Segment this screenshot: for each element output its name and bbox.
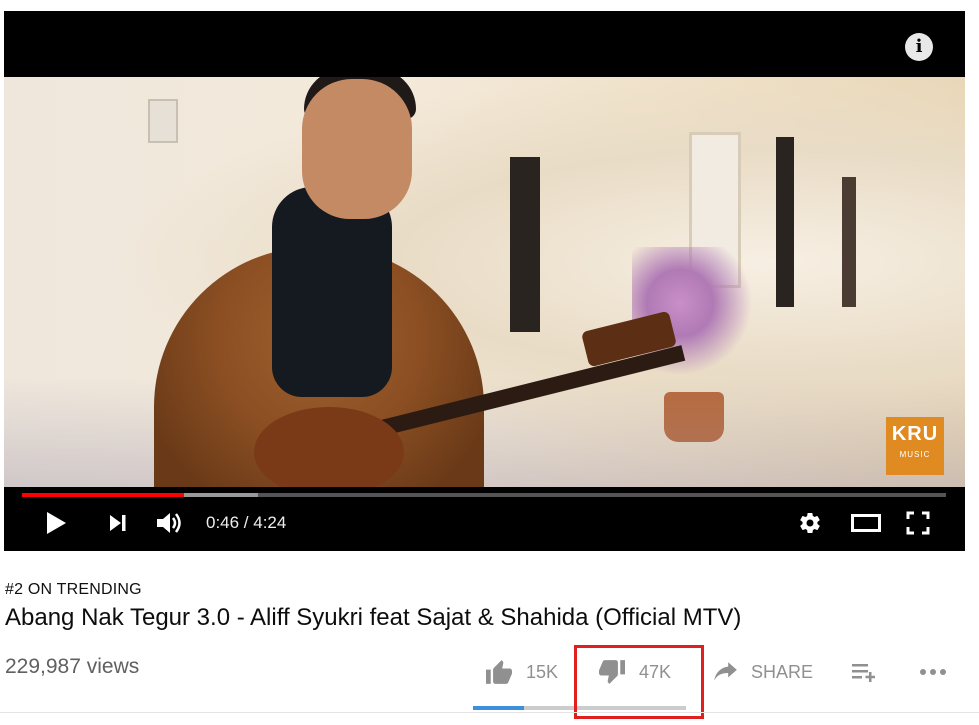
window-shutter [842,177,856,307]
volume-icon [157,513,181,533]
trending-badge[interactable]: #2 ON TRENDING [5,581,142,599]
watermark-sub-text: MUSIC [899,450,931,459]
watermark-logo-text: KRU [891,423,939,445]
play-button[interactable] [40,507,72,539]
progress-bar[interactable] [22,493,946,497]
thumbs-up-icon [486,660,512,684]
theater-mode-icon [851,514,881,532]
info-icon[interactable]: i [905,33,933,61]
divider [0,712,979,713]
time-display: 0:46 / 4:24 [206,513,287,532]
video-frame[interactable]: KRU MUSIC [4,77,965,487]
share-arrow-icon [714,662,737,681]
fullscreen-button[interactable] [902,507,934,539]
progress-played [22,493,184,497]
channel-watermark[interactable]: KRU MUSIC [886,417,944,475]
window-shutter [510,157,540,332]
volume-button[interactable] [152,507,188,539]
next-button[interactable] [104,507,132,539]
fullscreen-icon [906,511,930,535]
share-button[interactable]: SHARE [713,652,813,692]
window-shutter [776,137,794,307]
like-button[interactable]: 15K [484,652,558,692]
next-icon [110,515,126,531]
more-actions-button[interactable] [918,652,948,692]
settings-button[interactable] [794,507,826,539]
sentiment-likes [473,706,525,710]
video-player[interactable]: KRU MUSIC i 0:46 / 4:24 [4,11,965,551]
guitar-body [254,407,404,487]
wall-sign [148,99,178,143]
singer-scarf [272,187,392,397]
annotation-highlight [574,645,704,719]
gear-icon [800,513,820,534]
theater-mode-button[interactable] [848,507,884,539]
video-title: Abang Nak Tegur 3.0 - Aliff Syukri feat … [5,604,742,631]
share-label: SHARE [751,661,814,682]
more-horizontal-icon [920,669,946,675]
singer-head [302,79,412,219]
add-to-playlist-icon [852,664,875,682]
play-icon [47,512,66,534]
like-count: 15K [526,661,559,682]
add-to-playlist-button[interactable] [851,652,879,692]
view-count: 229,987 views [5,655,140,678]
